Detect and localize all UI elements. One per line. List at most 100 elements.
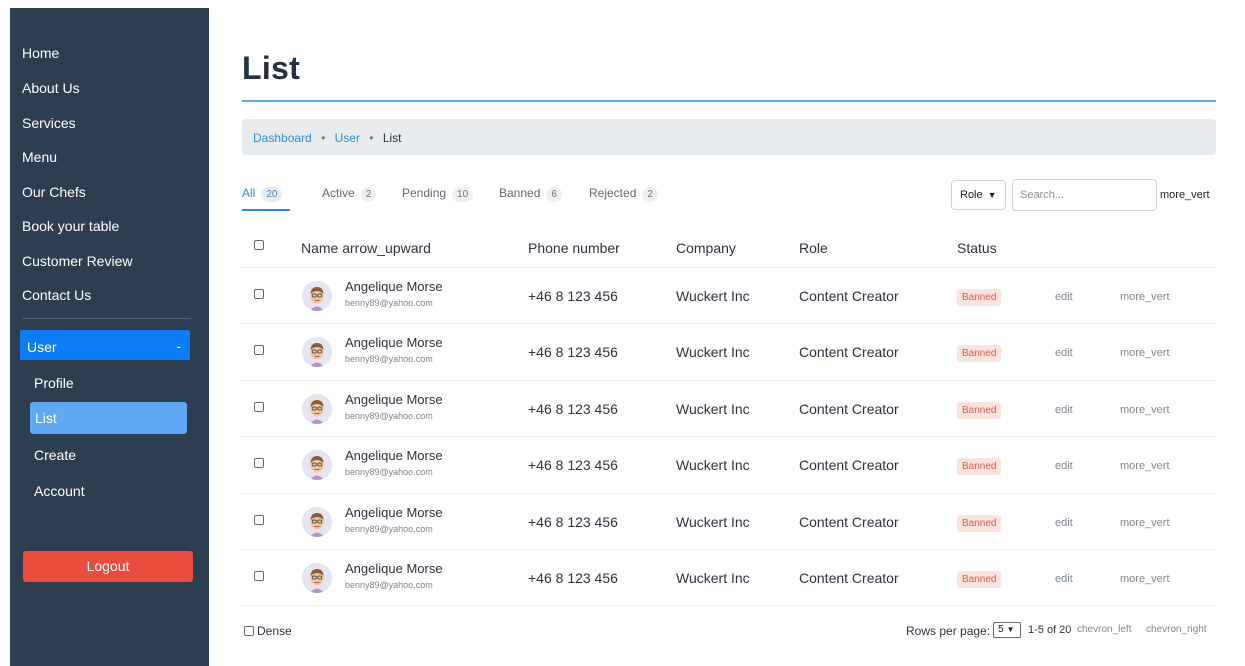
column-header-role[interactable]: Role bbox=[799, 240, 828, 256]
more-vert-icon[interactable]: more_vert bbox=[1120, 460, 1170, 472]
status-badge: Banned bbox=[957, 289, 1002, 306]
company-cell: Wuckert Inc bbox=[676, 513, 750, 530]
edit-icon[interactable]: edit bbox=[1055, 517, 1073, 529]
tab-active[interactable]: Active 2 bbox=[322, 186, 377, 202]
row-checkbox[interactable] bbox=[254, 571, 264, 581]
user-name: Angelique Morse bbox=[345, 335, 443, 351]
row-checkbox[interactable] bbox=[254, 401, 264, 412]
more-vert-icon[interactable]: more_vert bbox=[1120, 291, 1170, 303]
edit-icon[interactable]: edit bbox=[1055, 460, 1073, 472]
column-header-company[interactable]: Company bbox=[676, 240, 736, 256]
edit-icon[interactable]: edit bbox=[1055, 291, 1073, 303]
sidebar-item-about-us[interactable]: About Us bbox=[22, 80, 80, 96]
tab-label: All bbox=[242, 186, 256, 200]
title-divider bbox=[242, 100, 1216, 102]
user-email: benny89@yahoo.com bbox=[345, 580, 433, 590]
status-badge: Banned bbox=[957, 401, 1002, 419]
avatar bbox=[302, 563, 332, 593]
company-cell: Wuckert Inc bbox=[676, 344, 750, 361]
rows-per-page-select[interactable]: 5 ▼ bbox=[993, 622, 1021, 638]
status-badge: Banned bbox=[957, 514, 1002, 532]
table-row[interactable]: Angelique Morse benny89@yahoo.com +46 8 12… bbox=[0, 436, 1245, 492]
row-checkbox[interactable] bbox=[254, 458, 264, 469]
sidebar-item-home[interactable]: Home bbox=[22, 45, 59, 61]
company-cell: Wuckert Inc bbox=[676, 570, 750, 586]
dense-toggle[interactable]: Dense bbox=[244, 624, 292, 638]
dense-checkbox[interactable] bbox=[244, 626, 254, 636]
row-checkbox[interactable] bbox=[254, 345, 264, 356]
avatar bbox=[302, 450, 332, 481]
sidebar-item-services[interactable]: Services bbox=[22, 115, 76, 131]
breadcrumb-separator: • bbox=[369, 131, 374, 145]
select-all-checkbox[interactable] bbox=[254, 240, 264, 250]
chevron-down-icon: ▼ bbox=[987, 190, 997, 200]
more-vert-icon[interactable]: more_vert bbox=[1120, 347, 1170, 359]
edit-icon[interactable]: edit bbox=[1055, 347, 1073, 359]
sidebar-item-our-chefs[interactable]: Our Chefs bbox=[22, 184, 86, 200]
tab-all[interactable]: All 20 bbox=[242, 186, 283, 202]
tab-active-indicator bbox=[242, 209, 290, 211]
column-header-name[interactable]: Name arrow_upward bbox=[301, 240, 431, 256]
more-vert-icon[interactable]: more_vert bbox=[1120, 517, 1170, 529]
row-checkbox[interactable] bbox=[254, 514, 264, 525]
breadcrumb-current: List bbox=[382, 131, 402, 145]
chevron-left-icon[interactable]: chevron_left bbox=[1077, 624, 1131, 635]
breadcrumb-user[interactable]: User bbox=[335, 131, 360, 145]
breadcrumb-dashboard[interactable]: Dashboard bbox=[253, 131, 312, 145]
column-header-status[interactable]: Status bbox=[957, 240, 997, 256]
status-badge: Banned bbox=[957, 458, 1002, 476]
tab-count: 2 bbox=[642, 187, 658, 202]
tab-count: 10 bbox=[452, 187, 474, 202]
user-email: benny89@yahoo.com bbox=[345, 410, 433, 421]
role-select[interactable]: Role ▼ bbox=[951, 180, 1006, 210]
role-select-value: Role bbox=[960, 189, 983, 201]
tab-count: 20 bbox=[261, 187, 283, 202]
status-badge: Banned bbox=[957, 571, 1002, 588]
chevron-down-icon: ▼ bbox=[1006, 625, 1015, 634]
edit-icon[interactable]: edit bbox=[1055, 404, 1073, 416]
more-vert-icon[interactable]: more_vert bbox=[1160, 189, 1210, 201]
user-email: benny89@yahoo.com bbox=[345, 354, 433, 365]
phone-cell: +46 8 123 456 bbox=[528, 288, 618, 304]
row-divider bbox=[242, 605, 1216, 607]
search-input[interactable] bbox=[1012, 179, 1157, 211]
phone-cell: +46 8 123 456 bbox=[528, 457, 618, 474]
sidebar-item-book-your-table[interactable]: Book your table bbox=[22, 218, 119, 234]
column-header-phone[interactable]: Phone number bbox=[528, 240, 620, 256]
more-vert-icon[interactable]: more_vert bbox=[1120, 573, 1170, 585]
tab-count: 2 bbox=[360, 187, 377, 202]
more-vert-icon[interactable]: more_vert bbox=[1120, 404, 1170, 416]
edit-icon[interactable]: edit bbox=[1055, 573, 1073, 585]
tab-rejected[interactable]: Rejected 2 bbox=[589, 186, 658, 202]
company-cell: Wuckert Inc bbox=[676, 457, 750, 474]
user-name: Angelique Morse bbox=[345, 448, 443, 464]
chevron-right-icon[interactable]: chevron_right bbox=[1146, 624, 1207, 635]
role-cell: Content Creator bbox=[799, 400, 899, 417]
pagination-range: 1-5 of 20 bbox=[1028, 624, 1072, 636]
table-row[interactable]: Angelique Morse benny89@yahoo.com +46 8 12… bbox=[0, 493, 1245, 549]
table-row[interactable]: Angelique Morse benny89@yahoo.com +46 8 12… bbox=[0, 267, 1245, 323]
table-row[interactable]: Angelique Morse benny89@yahoo.com +46 8 12… bbox=[0, 380, 1245, 436]
tab-banned[interactable]: Banned 6 bbox=[499, 186, 562, 202]
rows-per-page-value: 5 bbox=[998, 624, 1004, 635]
tab-label: Pending bbox=[402, 186, 447, 200]
page-title: List bbox=[242, 50, 301, 86]
company-cell: Wuckert Inc bbox=[676, 288, 750, 304]
user-name: Angelique Morse bbox=[345, 504, 443, 520]
row-checkbox[interactable] bbox=[254, 289, 264, 299]
avatar bbox=[302, 281, 332, 311]
user-email: benny89@yahoo.com bbox=[345, 298, 433, 308]
user-name: Angelique Morse bbox=[345, 391, 443, 407]
status-badge: Banned bbox=[957, 345, 1002, 363]
phone-cell: +46 8 123 456 bbox=[528, 344, 618, 361]
avatar bbox=[302, 337, 332, 368]
phone-cell: +46 8 123 456 bbox=[528, 513, 618, 530]
tab-pending[interactable]: Pending 10 bbox=[402, 186, 474, 202]
user-name: Angelique Morse bbox=[345, 279, 443, 294]
sidebar-item-menu[interactable]: Menu bbox=[22, 149, 57, 165]
table-row[interactable]: Angelique Morse benny89@yahoo.com +46 8 12… bbox=[0, 323, 1245, 379]
table-row[interactable]: Angelique Morse benny89@yahoo.com +46 8 12… bbox=[0, 549, 1245, 605]
breadcrumb: Dashboard • User • List bbox=[242, 119, 1216, 155]
company-cell: Wuckert Inc bbox=[676, 400, 750, 417]
role-cell: Content Creator bbox=[799, 344, 899, 361]
